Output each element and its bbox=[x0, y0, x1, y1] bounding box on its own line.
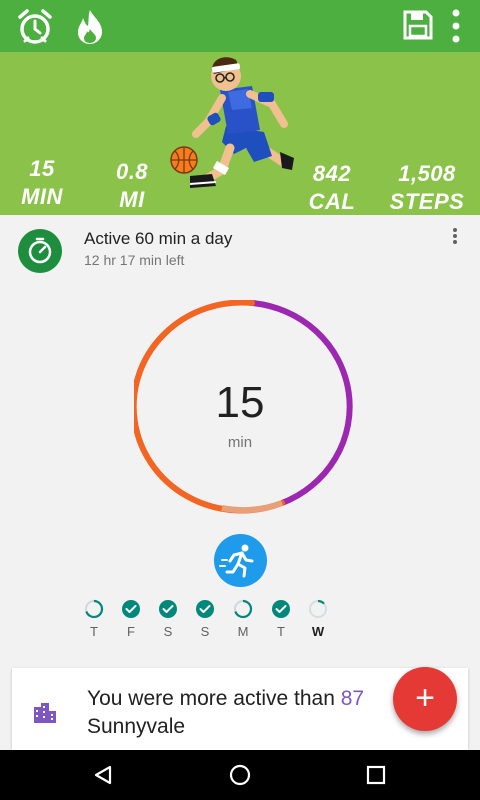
stat-calories: 842 CAL bbox=[300, 160, 364, 215]
week-day-label: M bbox=[237, 624, 249, 639]
check-circle-icon bbox=[196, 600, 214, 618]
goal-progress-unit: min bbox=[227, 434, 253, 451]
system-nav-bar bbox=[0, 750, 480, 800]
add-icon: + bbox=[415, 679, 435, 717]
stat-steps: 1,508 STEPS bbox=[384, 160, 470, 215]
week-day-indicator[interactable] bbox=[120, 598, 142, 625]
basketball-player-illustration bbox=[170, 57, 294, 188]
week-day-indicator[interactable] bbox=[157, 598, 179, 625]
week-day-indicator[interactable] bbox=[83, 598, 105, 625]
stat-minutes-unit: MIN bbox=[21, 184, 63, 209]
stat-calories-value: 842 bbox=[312, 161, 352, 186]
timer-icon bbox=[28, 237, 52, 264]
week-day-label: F bbox=[127, 624, 135, 639]
stat-steps-unit: STEPS bbox=[389, 189, 465, 214]
alarm-clock-icon[interactable] bbox=[16, 8, 54, 46]
city-icon bbox=[34, 703, 56, 723]
stat-calories-unit: CAL bbox=[308, 189, 356, 214]
home-icon[interactable] bbox=[228, 764, 252, 786]
stat-minutes-value: 15 bbox=[29, 156, 55, 181]
goal-progress-value: 15 bbox=[215, 378, 265, 427]
empty-ring-icon bbox=[309, 599, 327, 618]
week-day-indicator[interactable] bbox=[270, 598, 292, 625]
stat-steps-value: 1,508 bbox=[398, 161, 456, 186]
back-icon[interactable] bbox=[92, 764, 114, 786]
week-day-label: T bbox=[277, 624, 285, 639]
more-vert-icon[interactable] bbox=[449, 8, 463, 44]
add-fab[interactable]: + bbox=[393, 667, 457, 731]
flame-icon[interactable] bbox=[70, 7, 110, 47]
goal-subtitle: 12 hr 17 min left bbox=[84, 252, 185, 268]
week-day-indicator[interactable] bbox=[232, 598, 254, 625]
week-day-label: S bbox=[200, 624, 210, 639]
stats-hero: 15 MIN 0.8 MI 842 CAL 1,508 STEPS bbox=[0, 52, 480, 215]
activity-button[interactable] bbox=[214, 534, 267, 587]
recents-icon[interactable] bbox=[366, 765, 386, 785]
save-icon[interactable] bbox=[403, 10, 433, 40]
week-day-label: S bbox=[163, 624, 173, 639]
partial-ring-icon bbox=[234, 599, 253, 619]
goal-title: Active 60 min a day bbox=[84, 229, 233, 248]
week-day-label: W bbox=[311, 624, 325, 639]
stat-minutes: 15 MIN bbox=[14, 155, 70, 211]
comparison-percent: 87 bbox=[340, 687, 365, 710]
stat-miles-value: 0.8 bbox=[115, 159, 149, 184]
stat-miles: 0.8 MI bbox=[104, 158, 160, 214]
comparison-location: Sunnyvale bbox=[87, 715, 186, 738]
partial-ring-icon bbox=[85, 599, 104, 619]
comparison-text-start: You were more active than bbox=[87, 687, 341, 710]
check-circle-icon bbox=[272, 600, 290, 618]
card-more-vert-icon[interactable] bbox=[446, 226, 464, 248]
app-bar bbox=[0, 0, 480, 52]
week-day-indicator[interactable] bbox=[194, 598, 216, 625]
running-icon bbox=[219, 544, 254, 578]
week-day-indicator[interactable] bbox=[307, 598, 329, 625]
check-circle-icon bbox=[159, 600, 177, 618]
stat-miles-unit: MI bbox=[119, 187, 145, 212]
week-day-label: T bbox=[90, 624, 98, 639]
check-circle-icon bbox=[122, 600, 140, 618]
goal-timer-icon bbox=[18, 229, 62, 273]
